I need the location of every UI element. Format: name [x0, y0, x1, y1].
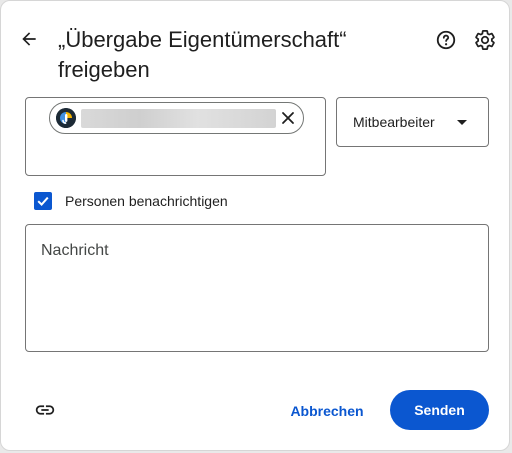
dropdown-caret-icon [457, 120, 467, 125]
link-icon [35, 405, 55, 415]
message-placeholder: Nachricht [41, 242, 109, 259]
avatar [56, 108, 76, 128]
remove-recipient-button[interactable] [277, 107, 299, 129]
user-avatar-icon [56, 108, 76, 128]
notify-checkbox[interactable] [34, 192, 52, 210]
copy-link-button[interactable] [32, 397, 58, 423]
send-button[interactable]: Senden [390, 390, 489, 430]
dialog-title-line1: „Übergabe Eigentümerschaft“ [58, 27, 347, 52]
share-dialog: „Übergabe Eigentümerschaft“ freigeben Mi… [0, 0, 510, 451]
dialog-title: „Übergabe Eigentümerschaft“ freigeben [58, 25, 388, 85]
back-button[interactable] [15, 25, 43, 53]
notify-label: Personen benachrichtigen [65, 193, 228, 209]
help-circle-icon [436, 30, 456, 50]
message-textarea[interactable]: Nachricht [25, 224, 489, 352]
dialog-title-line2: freigeben [58, 57, 150, 82]
recipient-name-redacted [81, 109, 276, 128]
cancel-button[interactable]: Abbrechen [281, 391, 373, 431]
arrow-back-icon [22, 32, 36, 46]
help-button[interactable] [432, 26, 460, 54]
checkmark-icon [37, 196, 49, 206]
settings-button[interactable] [471, 26, 499, 54]
recipients-field[interactable] [25, 97, 326, 176]
role-dropdown[interactable]: Mitbearbeiter [336, 97, 489, 147]
notify-row: Personen benachrichtigen [34, 192, 228, 210]
recipient-chip[interactable] [49, 102, 304, 134]
gear-icon [475, 29, 495, 51]
close-icon [282, 112, 294, 124]
role-selected-label: Mitbearbeiter [353, 114, 435, 130]
